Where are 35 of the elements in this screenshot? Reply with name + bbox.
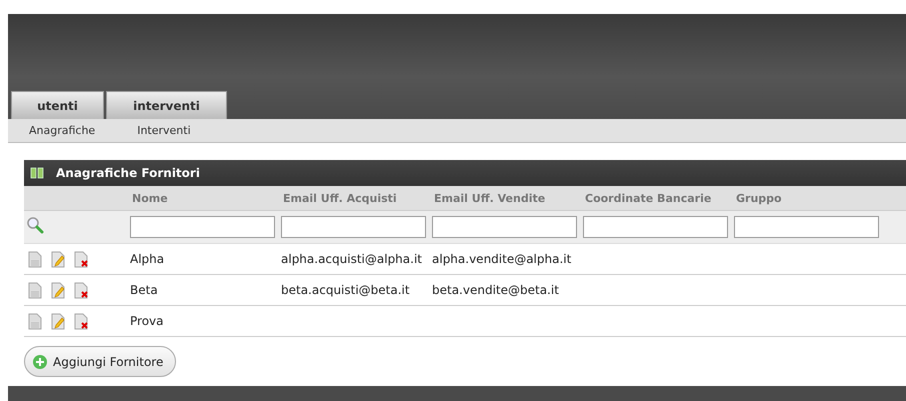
column-header: Gruppo (732, 186, 883, 210)
delete-icon[interactable] (74, 282, 89, 298)
filter-field[interactable] (281, 216, 426, 238)
filter-field[interactable] (734, 216, 879, 238)
panel-title: Anagrafiche Fornitori (56, 166, 200, 180)
table-cell: alpha.vendite@alpha.it (432, 252, 572, 266)
delete-icon[interactable] (74, 312, 89, 330)
subnav-link[interactable]: Anagrafiche (29, 124, 96, 137)
plus-icon (32, 354, 48, 370)
table-cell: beta.vendite@beta.it (432, 283, 559, 297)
nav-tab[interactable]: interventi (106, 91, 227, 119)
filter-field[interactable] (432, 216, 577, 238)
search-icon[interactable] (26, 216, 44, 234)
edit-icon[interactable] (51, 282, 65, 298)
document-icon[interactable] (28, 312, 42, 330)
table-cell: alpha.acquisti@alpha.it (281, 252, 422, 266)
add-supplier-button[interactable]: Aggiungi Fornitore (24, 346, 176, 377)
document-icon[interactable] (28, 250, 42, 268)
column-header: Coordinate Bancarie (581, 186, 732, 210)
table-cell: Prova (130, 314, 164, 328)
book-icon (30, 167, 44, 179)
column-header: Email Uff. Vendite (430, 186, 581, 210)
delete-icon[interactable] (74, 250, 89, 268)
document-icon[interactable] (28, 282, 42, 298)
column-header: Email Uff. Acquisti (279, 186, 430, 210)
edit-icon[interactable] (51, 312, 65, 330)
table-cell: beta.acquisti@beta.it (281, 283, 410, 297)
edit-icon[interactable] (51, 250, 65, 268)
table-cell: Alpha (130, 252, 164, 266)
subnav-link[interactable]: Interventi (137, 124, 191, 137)
nav-tab[interactable]: utenti (11, 91, 104, 119)
filter-field[interactable] (583, 216, 728, 238)
column-header: Nome (128, 186, 279, 210)
filter-field[interactable] (130, 216, 275, 238)
table-cell: Beta (130, 283, 158, 297)
